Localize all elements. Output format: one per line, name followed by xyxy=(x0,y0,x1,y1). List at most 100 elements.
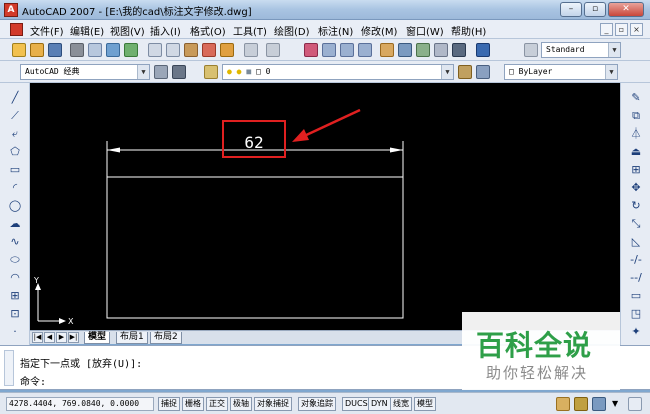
minimize-button[interactable]: – xyxy=(560,2,582,17)
erase-icon[interactable]: ✎ xyxy=(628,91,644,105)
status-menu-arrow-icon[interactable]: ▼ xyxy=(612,399,618,408)
circle-icon[interactable]: ◯ xyxy=(7,199,23,213)
save-icon[interactable] xyxy=(48,43,62,57)
calculator-icon[interactable] xyxy=(452,43,466,57)
next-tab-button[interactable]: ▶ xyxy=(56,332,67,343)
lineweight-toggle[interactable]: 线宽 xyxy=(390,397,412,411)
rotate-icon[interactable]: ↻ xyxy=(628,199,644,213)
workspace-settings-icon[interactable] xyxy=(154,65,168,79)
polar-toggle[interactable]: 极轴 xyxy=(230,397,252,411)
command-window-grip[interactable] xyxy=(4,350,14,386)
mirror-icon[interactable]: ⏃ xyxy=(628,127,644,141)
block-editor-icon[interactable] xyxy=(220,43,234,57)
help-icon[interactable] xyxy=(476,43,490,57)
dimension-text[interactable]: 62 xyxy=(244,133,263,152)
point-icon[interactable]: · xyxy=(7,325,23,339)
menu-edit[interactable]: 编辑(E) xyxy=(70,23,104,38)
first-tab-button[interactable]: |◀ xyxy=(32,332,43,343)
communication-center-icon[interactable] xyxy=(592,397,606,411)
polyline-icon[interactable]: ⤶ xyxy=(7,127,23,141)
tab-layout2[interactable]: 布局2 xyxy=(150,332,182,344)
chevron-down-icon[interactable]: ▼ xyxy=(608,43,620,57)
tab-layout1[interactable]: 布局1 xyxy=(116,332,148,344)
chamfer-icon[interactable]: ◳ xyxy=(628,307,644,321)
move-icon[interactable]: ✥ xyxy=(628,181,644,195)
menu-format[interactable]: 格式(O) xyxy=(190,23,226,38)
scale-icon[interactable]: ⤡ xyxy=(628,217,644,231)
paste-icon[interactable] xyxy=(184,43,198,57)
autocad-logo-icon[interactable]: A xyxy=(4,3,18,17)
lock-toolbar-icon[interactable] xyxy=(556,397,570,411)
menu-tools[interactable]: 工具(T) xyxy=(233,23,267,38)
ducs-toggle[interactable]: DUCS xyxy=(342,397,371,411)
menu-view[interactable]: 视图(V) xyxy=(110,23,145,38)
properties-icon[interactable] xyxy=(380,43,394,57)
layer-select[interactable]: ● ● ■ □ 0 ▼ xyxy=(222,64,454,80)
close-button[interactable]: ✕ xyxy=(608,2,644,17)
match-properties-icon[interactable] xyxy=(202,43,216,57)
layer-previous-icon[interactable] xyxy=(476,65,490,79)
tool-palettes-icon[interactable] xyxy=(416,43,430,57)
zoom-previous-icon[interactable] xyxy=(358,43,372,57)
polygon-icon[interactable]: ⬠ xyxy=(7,145,23,159)
menu-draw[interactable]: 绘图(D) xyxy=(274,23,310,38)
menu-modify[interactable]: 修改(M) xyxy=(361,23,397,38)
mdi-minimize-button[interactable]: _ xyxy=(600,23,613,36)
chevron-down-icon[interactable]: ▼ xyxy=(441,65,453,79)
cut-icon[interactable] xyxy=(148,43,162,57)
drawing-canvas[interactable]: 62 Y X xyxy=(30,83,620,330)
trim-icon[interactable]: -/- xyxy=(628,253,644,267)
otrack-toggle[interactable]: 对象追踪 xyxy=(298,397,336,411)
construction-line-icon[interactable]: ⟋ xyxy=(7,109,23,123)
layer-properties-icon[interactable] xyxy=(204,65,218,79)
menu-insert[interactable]: 插入(I) xyxy=(150,23,181,38)
annotation-scale-icon[interactable] xyxy=(574,397,588,411)
undo-icon[interactable] xyxy=(244,43,258,57)
menu-help[interactable]: 帮助(H) xyxy=(451,23,486,38)
clean-screen-icon[interactable] xyxy=(628,397,642,411)
open-file-icon[interactable] xyxy=(30,43,44,57)
menu-dimension[interactable]: 标注(N) xyxy=(318,23,353,38)
spline-icon[interactable]: ∿ xyxy=(7,235,23,249)
grid-toggle[interactable]: 栅格 xyxy=(182,397,204,411)
rectangle-object[interactable] xyxy=(106,176,404,319)
print-icon[interactable] xyxy=(70,43,84,57)
ortho-toggle[interactable]: 正交 xyxy=(206,397,228,411)
model-space-toggle[interactable]: 模型 xyxy=(414,397,436,411)
design-center-icon[interactable] xyxy=(398,43,412,57)
extend-icon[interactable]: --/ xyxy=(628,271,644,285)
mdi-restore-button[interactable]: ▫ xyxy=(615,23,628,36)
ellipse-icon[interactable]: ⬭ xyxy=(7,253,23,267)
array-icon[interactable]: ⊞ xyxy=(628,163,644,177)
document-icon[interactable] xyxy=(10,23,23,36)
zoom-window-icon[interactable] xyxy=(340,43,354,57)
chevron-down-icon[interactable]: ▼ xyxy=(137,65,149,79)
print-preview-icon[interactable] xyxy=(88,43,102,57)
new-file-icon[interactable] xyxy=(12,43,26,57)
pan-icon[interactable] xyxy=(304,43,318,57)
command-prompt[interactable]: 命令: xyxy=(20,373,46,388)
mdi-close-button[interactable]: × xyxy=(630,23,643,36)
copy-icon[interactable] xyxy=(166,43,180,57)
make-block-icon[interactable]: ⊡ xyxy=(7,307,23,321)
last-tab-button[interactable]: ▶| xyxy=(68,332,79,343)
line-icon[interactable]: ╱ xyxy=(7,91,23,105)
sheet-set-manager-icon[interactable] xyxy=(434,43,448,57)
zoom-realtime-icon[interactable] xyxy=(322,43,336,57)
explode-icon[interactable]: ✦ xyxy=(628,325,644,339)
stretch-icon[interactable]: ◺ xyxy=(628,235,644,249)
copy-object-icon[interactable]: ⧉ xyxy=(628,109,644,123)
break-icon[interactable]: ▭ xyxy=(628,289,644,303)
tab-model[interactable]: 模型 xyxy=(84,332,111,344)
arc-icon[interactable]: ◜ xyxy=(7,181,23,195)
menu-file[interactable]: 文件(F) xyxy=(30,23,64,38)
color-control-select[interactable]: □ ByLayer ▼ xyxy=(504,64,618,80)
previous-tab-button[interactable]: ◀ xyxy=(44,332,55,343)
insert-block-icon[interactable]: ⊞ xyxy=(7,289,23,303)
dyn-toggle[interactable]: DYN xyxy=(368,397,391,411)
rectangle-icon[interactable]: ▭ xyxy=(7,163,23,177)
offset-icon[interactable]: ⏏ xyxy=(628,145,644,159)
chevron-down-icon[interactable]: ▼ xyxy=(605,65,617,79)
restore-button[interactable]: ▫ xyxy=(584,2,606,17)
make-object-layer-current-icon[interactable] xyxy=(458,65,472,79)
